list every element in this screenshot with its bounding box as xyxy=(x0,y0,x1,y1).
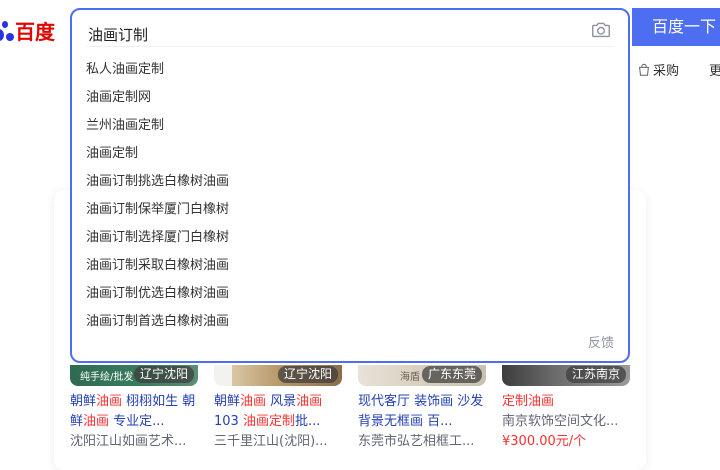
title-text: 朝鲜 xyxy=(214,394,241,409)
nav-more-link[interactable]: 更 xyxy=(709,60,720,79)
highlighted-keyword: 油画定制 xyxy=(242,414,295,429)
suggestion-item[interactable]: 油画订制首选白橡树油画 xyxy=(86,310,229,338)
paw-icon xyxy=(0,17,14,43)
suggestion-item[interactable]: 油画订制优选白橡树油画 xyxy=(86,282,229,310)
product-tag: 海盾 xyxy=(400,372,420,383)
search-button[interactable]: 百度一下 xyxy=(632,8,720,46)
nav-purchase-link[interactable]: 采购 xyxy=(653,60,679,79)
title-text: 专业定... xyxy=(109,414,165,429)
suggestion-list: 私人油画定制 油画定制网 兰州油画定制 油画定制 油画订制挑选白橡树油画 油画订… xyxy=(86,58,229,338)
top-nav: 采购 更 xyxy=(637,60,720,79)
location-badge: 广东东莞 xyxy=(421,366,482,383)
highlighted-keyword: 油画 xyxy=(528,394,555,409)
location-badge: 江苏南京 xyxy=(565,366,626,383)
feedback-link[interactable]: 反馈 xyxy=(588,332,614,351)
product-thumbnail[interactable]: 海盾 广东东莞 xyxy=(358,365,486,386)
search-box: 私人油画定制 油画定制网 兰州油画定制 油画定制 油画订制挑选白橡树油画 油画订… xyxy=(70,8,630,363)
shopping-bag-icon xyxy=(639,63,649,76)
product-tag: 纯手绘/批发 xyxy=(80,372,134,383)
title-text: 朝鲜 xyxy=(70,394,97,409)
suggestion-item[interactable]: 油画订制保举厦门白橡树 xyxy=(86,198,229,226)
title-text: 风景 xyxy=(266,394,297,409)
brand-text: 百度 xyxy=(15,19,55,44)
baidu-logo[interactable]: 百度 xyxy=(0,14,55,46)
suggestion-item[interactable]: 油画订制采取白橡树油画 xyxy=(86,254,229,282)
product-title[interactable]: 朝鲜油画 栩栩如生 朝鲜油画 专业定... xyxy=(70,392,198,432)
suggestion-item[interactable]: 私人油画定制 xyxy=(86,58,229,86)
shop-name[interactable]: 沈阳江山如画艺术... xyxy=(70,432,200,452)
product-thumbnail[interactable]: 辽宁沈阳 xyxy=(214,365,342,386)
suggestion-item[interactable]: 兰州油画定制 xyxy=(86,114,229,142)
suggestion-item[interactable]: 油画订制选择厦门白橡树 xyxy=(86,226,229,254)
title-text: 批... xyxy=(294,414,321,429)
suggestion-item[interactable]: 油画定制 xyxy=(86,142,229,170)
highlighted-keyword: 油画 xyxy=(83,414,110,429)
product-title[interactable]: 现代客厅 装饰画 沙发背景无框画 百... xyxy=(358,392,486,432)
product-card[interactable]: 海盾 广东东莞 现代客厅 装饰画 沙发背景无框画 百... 东莞市弘艺相框工..… xyxy=(358,365,488,452)
highlighted-keyword: 油画 xyxy=(240,394,267,409)
highlighted-keyword: 油画 xyxy=(296,394,323,409)
title-text: 103 xyxy=(214,414,243,429)
product-card[interactable]: 辽宁沈阳 朝鲜油画 风景油画 103 油画定制批... 三千里江山(沈阳)... xyxy=(214,365,344,452)
highlighted-keyword: 定制 xyxy=(502,394,529,409)
suggestion-item[interactable]: 油画定制网 xyxy=(86,86,229,114)
dropdown-divider xyxy=(86,46,614,47)
camera-icon[interactable] xyxy=(590,19,612,41)
shop-name[interactable]: 东莞市弘艺相框工... xyxy=(358,432,488,452)
product-thumbnail[interactable]: 江苏南京 xyxy=(502,365,630,386)
product-thumbnail[interactable]: 纯手绘/批发 辽宁沈阳 xyxy=(70,365,198,386)
location-badge: 辽宁沈阳 xyxy=(133,366,194,383)
product-price: ¥300.00元/个 xyxy=(502,434,587,449)
product-card[interactable]: 江苏南京 定制油画 南京软饰空间文化... ¥300.00元/个 xyxy=(502,365,632,452)
shop-name[interactable]: 南京软饰空间文化... xyxy=(502,412,632,432)
product-title[interactable]: 定制油画 xyxy=(502,392,630,412)
location-badge: 辽宁沈阳 xyxy=(277,366,338,383)
highlighted-keyword: 油画 xyxy=(96,394,123,409)
product-card[interactable]: 纯手绘/批发 辽宁沈阳 朝鲜油画 栩栩如生 朝鲜油画 专业定... 沈阳江山如画… xyxy=(70,365,200,452)
title-text: 现代客厅 装饰画 沙发背景无框画 百... xyxy=(358,394,484,429)
shop-name[interactable]: 三千里江山(沈阳)... xyxy=(214,432,344,452)
product-title[interactable]: 朝鲜油画 风景油画 103 油画定制批... xyxy=(214,392,342,432)
suggestion-item[interactable]: 油画订制挑选白橡树油画 xyxy=(86,170,229,198)
